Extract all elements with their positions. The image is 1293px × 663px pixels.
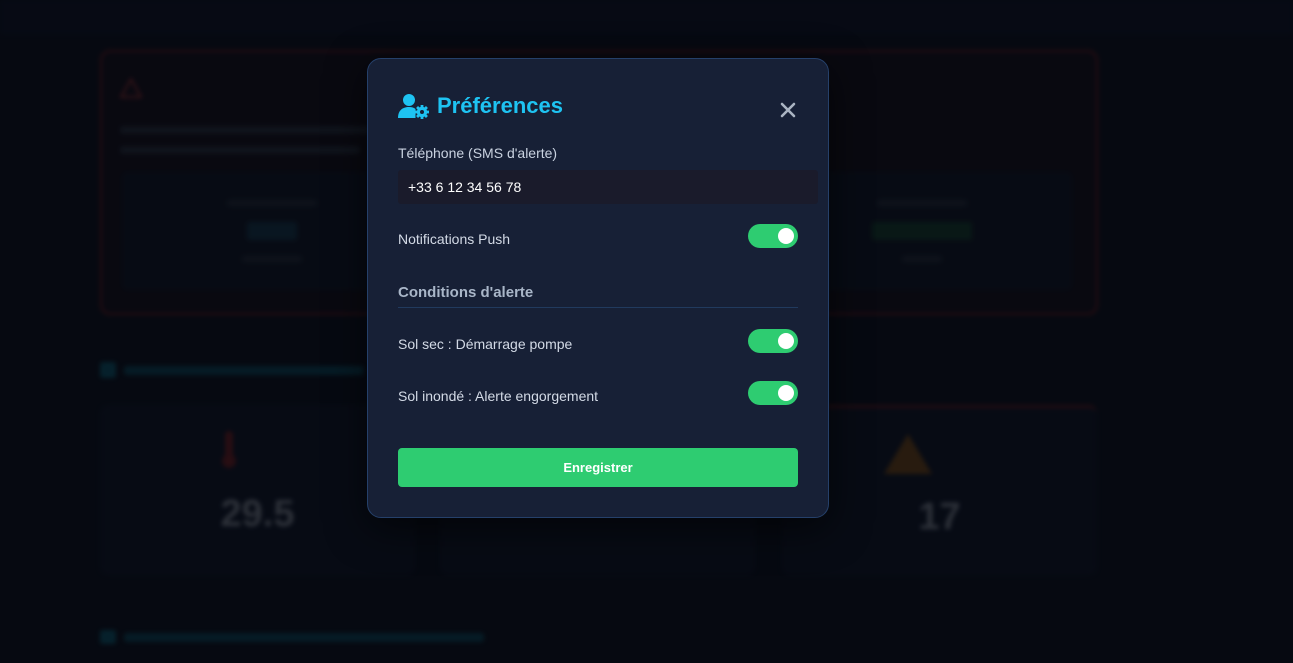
phone-input[interactable]: [398, 170, 818, 204]
toggle-knob: [778, 228, 794, 244]
condition-label: Sol sec : Démarrage pompe: [398, 336, 573, 352]
preferences-modal: Préférences Téléphone (SMS d'alerte) Not…: [367, 58, 829, 518]
modal-title: Préférences: [437, 93, 563, 118]
condition-label: Sol inondé : Alerte engorgement: [398, 388, 599, 404]
phone-label: Téléphone (SMS d'alerte): [398, 145, 558, 161]
section-divider: [398, 307, 798, 308]
modal-header: Préférences: [398, 93, 563, 119]
close-icon[interactable]: [777, 99, 799, 121]
save-button[interactable]: Enregistrer: [398, 448, 798, 487]
alert-conditions-title: Conditions d'alerte: [398, 284, 534, 301]
toggle-knob: [778, 385, 794, 401]
push-notifications-row: Notifications Push: [398, 224, 798, 250]
push-notifications-toggle[interactable]: [748, 224, 798, 248]
push-notifications-label: Notifications Push: [398, 231, 511, 247]
dry-soil-toggle[interactable]: [748, 329, 798, 353]
condition-row-flooded-soil: Sol inondé : Alerte engorgement: [398, 381, 798, 407]
condition-row-dry-soil: Sol sec : Démarrage pompe: [398, 329, 798, 355]
close-button[interactable]: [777, 99, 799, 121]
user-settings-icon: [398, 94, 429, 119]
toggle-knob: [778, 333, 794, 349]
flooded-soil-toggle[interactable]: [748, 381, 798, 405]
